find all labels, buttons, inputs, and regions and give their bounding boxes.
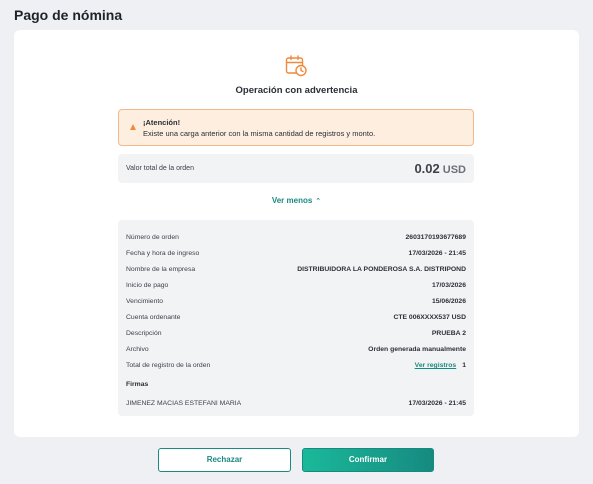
detail-row: Fecha y hora de ingreso 17/03/2026 - 21:… xyxy=(126,250,466,260)
detail-value: Orden generada manualmente xyxy=(368,346,466,353)
warning-icon xyxy=(129,118,137,130)
detail-value: 15/06/2026 xyxy=(431,298,466,305)
confirm-button[interactable]: Confirmar xyxy=(302,448,434,472)
total-value: 0.02 USD xyxy=(414,161,466,176)
signer-row: JIMENEZ MACIAS ESTEFANI MARIA 17/03/2026… xyxy=(126,400,466,410)
detail-label: Archivo xyxy=(126,346,149,353)
reject-button[interactable]: Rechazar xyxy=(158,448,291,472)
signer-datetime: 17/03/2026 - 21:45 xyxy=(408,400,466,407)
detail-value: 17/03/2026 xyxy=(431,282,466,289)
detail-row: Nombre de la empresa DISTRIBUIDORA LA PO… xyxy=(126,266,466,276)
order-details: Número de orden 2603170193677689 Fecha y… xyxy=(118,220,474,416)
ver-registros-link[interactable]: Ver registros xyxy=(415,362,457,369)
detail-row: Número de orden 2603170193677689 xyxy=(126,234,466,244)
detail-value: CTE 006XXXX537 USD xyxy=(393,314,466,321)
alert-message: Existe una carga anterior con la misma c… xyxy=(143,129,376,138)
payment-card: Operación con advertencia ¡Atención! Exi… xyxy=(14,30,579,437)
records-count: 1 xyxy=(462,362,466,369)
calendar-clock-icon xyxy=(284,54,308,78)
total-amount: 0.02 xyxy=(414,161,440,176)
detail-value: PRUEBA 2 xyxy=(431,330,466,337)
toggle-label: Ver menos xyxy=(271,196,313,205)
alert-title: ¡Atención! xyxy=(143,118,181,127)
detail-value: 2603170193677689 xyxy=(405,234,466,241)
detail-label: Número de orden xyxy=(126,234,179,241)
ver-menos-toggle[interactable]: Ver menos ⌃ xyxy=(14,196,579,205)
detail-row: Inicio de pago 17/03/2026 xyxy=(126,282,466,292)
detail-label: Vencimiento xyxy=(126,298,164,305)
detail-row-records: Total de registro de la orden Ver regist… xyxy=(126,362,466,372)
detail-row: Descripción PRUEBA 2 xyxy=(126,330,466,340)
total-label: Valor total de la orden xyxy=(126,165,194,172)
signer-name: JIMENEZ MACIAS ESTEFANI MARIA xyxy=(126,400,242,407)
detail-row: Cuenta ordenante CTE 006XXXX537 USD xyxy=(126,314,466,324)
chevron-up-icon: ⌃ xyxy=(315,198,322,205)
operation-title: Operación con advertencia xyxy=(235,85,358,96)
detail-label: Cuenta ordenante xyxy=(126,314,181,321)
detail-label: Descripción xyxy=(126,330,162,337)
records-label: Total de registro de la orden xyxy=(126,362,211,369)
detail-value: 17/03/2026 - 21:45 xyxy=(408,250,466,257)
page-title: Pago de nómina xyxy=(14,7,123,23)
detail-label: Inicio de pago xyxy=(126,282,169,289)
records-value-group: Ver registros 1 xyxy=(415,362,466,369)
detail-row: Archivo Orden generada manualmente xyxy=(126,346,466,356)
detail-label: Fecha y hora de ingreso xyxy=(126,250,200,257)
detail-label: Nombre de la empresa xyxy=(126,266,196,273)
detail-value: DISTRIBUIDORA LA PONDEROSA S.A. DISTRIPO… xyxy=(297,266,466,273)
total-currency: USD xyxy=(442,164,466,176)
firmas-title: Firmas xyxy=(126,381,149,388)
warning-alert: ¡Atención! Existe una carga anterior con… xyxy=(118,109,474,146)
order-total: Valor total de la orden 0.02 USD xyxy=(118,154,474,183)
detail-row: Vencimiento 15/06/2026 xyxy=(126,298,466,308)
